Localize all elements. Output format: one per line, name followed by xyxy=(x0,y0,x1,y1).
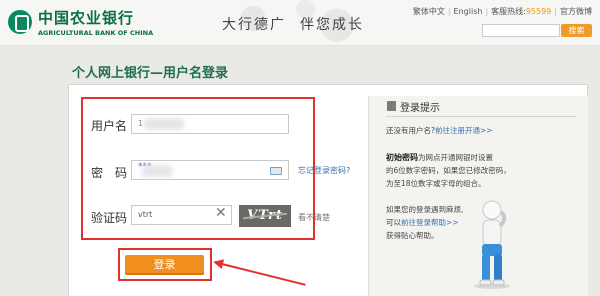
username-value: 1 xyxy=(138,119,144,128)
help-line2: 可以前往登录帮助>> xyxy=(386,218,459,227)
captcha-value: vtrt xyxy=(138,210,153,219)
bank-name-cn[interactable]: 中国农业银行 xyxy=(38,7,134,28)
username-field[interactable]: 1 xyxy=(131,114,289,134)
keyboard-icon[interactable] xyxy=(270,167,282,175)
username-redaction xyxy=(144,118,184,130)
password-field[interactable]: *** xyxy=(131,160,289,180)
search-input[interactable] xyxy=(482,24,560,37)
clear-icon[interactable]: ✕ xyxy=(215,206,227,220)
tips-register: 还没有用户名?前往注册开通>> xyxy=(386,126,493,136)
captcha-label: 验证码 xyxy=(91,211,128,225)
slogan-left: 大行德广 xyxy=(222,17,286,33)
thinking-figure-icon xyxy=(474,200,510,289)
initial-pwd-line3: 为至18位数字或字母的组合。 xyxy=(386,179,486,188)
bank-name-en: AGRICULTURAL BANK OF CHINA xyxy=(38,29,154,37)
lang-traditional-link[interactable]: 繁体中文 xyxy=(413,7,445,16)
tips-title: 登录提示 xyxy=(400,103,440,114)
forgot-password-link[interactable]: 忘记登录密码? xyxy=(298,165,350,176)
weibo-link[interactable]: 官方微博 xyxy=(560,7,592,16)
initial-pwd-line1: 初始密码为网点开通网银时设置 xyxy=(386,153,493,162)
captcha-image[interactable]: VTrt xyxy=(239,205,291,227)
abc-logo-icon[interactable] xyxy=(8,10,32,34)
slogan-right: 伴您成长 xyxy=(300,17,364,33)
tips-icon xyxy=(387,101,396,111)
page-title: 个人网上银行—用户名登录 xyxy=(72,66,229,81)
no-username-text: 还没有用户名? xyxy=(386,126,435,135)
site-header: 中国农业银行 AGRICULTURAL BANK OF CHINA 大行德广 伴您… xyxy=(0,0,600,46)
hotline-label: 客服热线: xyxy=(491,7,526,16)
help-line1: 如果您的登录遇到麻烦, xyxy=(386,205,464,214)
top-links: 繁体中文 | English | 客服热线:95599 | 官方微博 xyxy=(412,7,592,16)
password-label: 密 码 xyxy=(91,166,128,180)
lang-english-link[interactable]: English xyxy=(454,7,483,16)
help-link[interactable]: 前往登录帮助>> xyxy=(401,218,459,227)
help-line3: 获得贴心帮助。 xyxy=(386,231,439,240)
slogan: 大行德广 伴您成长 xyxy=(222,14,364,34)
password-redaction xyxy=(142,165,172,177)
initial-pwd-title: 初始密码 xyxy=(386,153,418,162)
register-link[interactable]: 前往注册开通>> xyxy=(435,126,493,135)
search-button[interactable]: 搜索 xyxy=(561,24,592,37)
hotline-number: 95599 xyxy=(525,7,552,16)
login-button[interactable]: 登录 xyxy=(125,255,204,275)
captcha-refresh-link[interactable]: 看不清楚 xyxy=(298,212,330,223)
initial-pwd-line2: 的6位数字密码，如果您已修改密码， xyxy=(386,166,511,175)
username-label: 用户名 xyxy=(91,119,128,133)
tips-divider xyxy=(386,116,576,117)
